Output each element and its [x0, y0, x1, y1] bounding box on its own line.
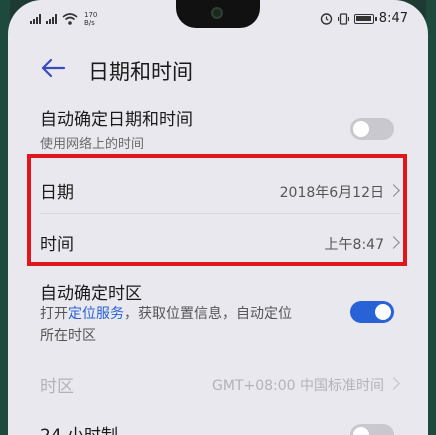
status-right: 8:47: [320, 11, 408, 26]
phone-screen: 170 B/s 8:47 日期和时间 自动确定日期和时间 使用网络上的时间 日期…: [8, 0, 428, 435]
battery-icon: [353, 13, 377, 24]
time-value: 上午8:47: [324, 237, 384, 253]
status-time: 8:47: [378, 11, 408, 26]
auto-timezone-label: 自动确定时区: [40, 284, 142, 304]
chevron-right-icon: [387, 184, 400, 197]
auto-datetime-label: 自动确定日期和时间: [40, 110, 193, 130]
camera-notch: [176, 0, 260, 28]
network-speed-unit: B/s: [84, 19, 95, 27]
app-header: 日期和时间: [8, 48, 428, 90]
time-row[interactable]: 时间 上午8:47: [8, 214, 428, 264]
alarm-icon: [320, 13, 332, 25]
signal-icon: [30, 14, 41, 24]
status-bar: 170 B/s 8:47: [8, 0, 428, 40]
network-speed-value: 170: [84, 11, 98, 19]
network-speed: 170 B/s: [84, 11, 97, 27]
vibrate-icon: [337, 12, 349, 25]
toggle-knob: [353, 121, 369, 137]
description-prefix: 打开: [40, 306, 68, 322]
timezone-label: 时区: [40, 377, 74, 397]
auto-datetime-toggle[interactable]: [350, 118, 394, 140]
date-label: 日期: [40, 183, 74, 203]
auto-timezone-row[interactable]: 自动确定时区 打开定位服务，获取位置信息，自动定位 所在时区: [8, 272, 428, 352]
wifi-icon: [62, 13, 78, 25]
signal-icon: [46, 14, 57, 24]
date-value: 2018年6月12日: [279, 185, 384, 201]
chevron-right-icon: [387, 377, 400, 390]
front-camera: [211, 7, 223, 19]
date-row[interactable]: 日期 2018年6月12日: [8, 160, 428, 212]
hour24-label: 24 小时制: [40, 421, 118, 435]
description-suffix: ，获取位置信息，自动定位: [124, 306, 292, 322]
location-service-link[interactable]: 定位服务: [68, 306, 124, 322]
toggle-knob: [353, 427, 369, 435]
description-line2: 所在时区: [40, 328, 96, 344]
page-title: 日期和时间: [88, 60, 193, 84]
hour24-row[interactable]: 24 小时制: [8, 410, 428, 435]
auto-timezone-toggle[interactable]: [350, 301, 394, 323]
timezone-value: GMT+08:00 中国标准时间: [211, 378, 384, 394]
chevron-right-icon: [387, 236, 400, 249]
auto-timezone-description: 打开定位服务，获取位置信息，自动定位 所在时区: [40, 303, 292, 347]
time-label: 时间: [40, 235, 74, 255]
auto-datetime-row[interactable]: 自动确定日期和时间 使用网络上的时间: [8, 100, 428, 158]
toggle-knob: [375, 304, 391, 320]
auto-datetime-subtitle: 使用网络上的时间: [40, 137, 145, 152]
hour24-toggle[interactable]: [350, 424, 394, 435]
arrow-left-icon[interactable]: [38, 56, 68, 80]
timezone-row: 时区 GMT+08:00 中国标准时间: [8, 360, 428, 406]
